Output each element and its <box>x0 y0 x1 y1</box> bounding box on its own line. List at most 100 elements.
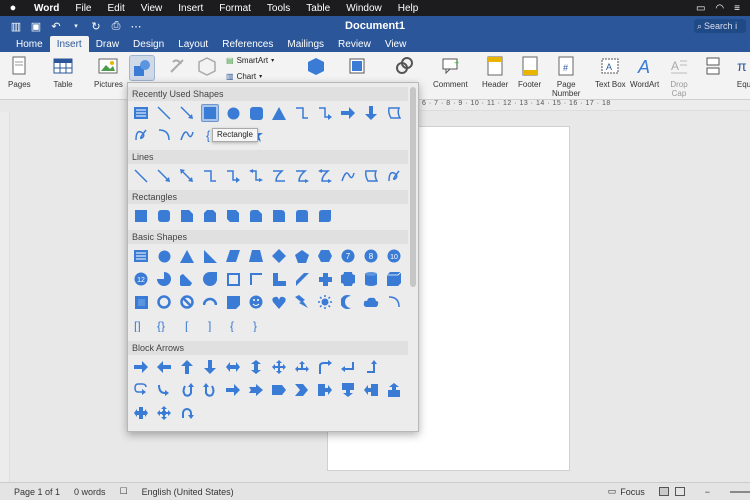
cloud-icon[interactable] <box>362 293 380 311</box>
chord-icon[interactable] <box>178 270 196 288</box>
teardrop-icon[interactable] <box>201 270 219 288</box>
oval-shape-icon[interactable] <box>224 104 242 122</box>
tab-mailings[interactable]: Mailings <box>280 36 331 52</box>
left-right-up-arrow-icon[interactable] <box>293 358 311 376</box>
no-symbol-icon[interactable] <box>178 293 196 311</box>
horizontal-ruler[interactable]: 6 · 7 · 8 · 9 · 10 · 11 · 12 · 13 · 14 ·… <box>420 100 750 111</box>
hexagon-icon[interactable] <box>316 247 334 265</box>
tab-layout[interactable]: Layout <box>171 36 215 52</box>
line-double-arrow-icon[interactable] <box>178 167 196 185</box>
double-bracket-icon[interactable]: [] <box>132 316 150 334</box>
menu-table[interactable]: Table <box>298 3 338 14</box>
triangle-shape-icon[interactable] <box>270 104 288 122</box>
rounded-rect-icon[interactable] <box>155 207 173 225</box>
diagonal-stripe-icon[interactable] <box>293 270 311 288</box>
tab-design[interactable]: Design <box>126 36 171 52</box>
block-right-arrow-icon[interactable] <box>132 358 150 376</box>
half-frame-icon[interactable] <box>247 270 265 288</box>
round-single-corner-rect-icon[interactable] <box>270 207 288 225</box>
table-button[interactable]: Table <box>52 55 74 89</box>
header-button[interactable]: Header <box>482 55 508 89</box>
snip-diagonal-rect-icon[interactable] <box>224 207 242 225</box>
sun-icon[interactable] <box>316 293 334 311</box>
round-same-side-rect-icon[interactable] <box>293 207 311 225</box>
pentagon-icon[interactable] <box>293 247 311 265</box>
page-count[interactable]: Page 1 of 1 <box>14 487 60 497</box>
drop-cap-button[interactable]: A Drop Cap <box>668 55 690 98</box>
rounded-rectangle-shape-icon[interactable] <box>247 104 265 122</box>
freeform-line-icon[interactable] <box>362 167 380 185</box>
parallelogram-icon[interactable] <box>224 247 242 265</box>
heart-icon[interactable] <box>270 293 288 311</box>
tab-review[interactable]: Review <box>331 36 378 52</box>
left-right-arrow-icon[interactable] <box>224 358 242 376</box>
zoom-out-icon[interactable]: − <box>705 487 710 497</box>
basic-oval-icon[interactable] <box>155 247 173 265</box>
menu-edit[interactable]: Edit <box>100 3 133 14</box>
shapes-button[interactable] <box>129 55 155 81</box>
quad-arrow-icon[interactable] <box>270 358 288 376</box>
proofing-icon[interactable]: ☐ <box>120 486 128 497</box>
right-arrow-shape-icon[interactable] <box>339 104 357 122</box>
chart-button[interactable]: ▥ Chart ▾ <box>226 72 262 81</box>
comment-button[interactable]: + Comment <box>433 55 468 89</box>
elbow-arrow-icon[interactable] <box>224 167 242 185</box>
heptagon-icon[interactable]: 7 <box>339 247 357 265</box>
text-box-button[interactable]: A Text Box <box>595 55 626 89</box>
control-center-icon[interactable]: ≡ <box>734 3 740 14</box>
apple-icon[interactable]: ● <box>0 2 26 14</box>
focus-button[interactable]: ▭ Focus <box>608 486 645 497</box>
curve-line-icon[interactable] <box>339 167 357 185</box>
curved-arrow-connector-icon[interactable] <box>293 167 311 185</box>
menu-view[interactable]: View <box>133 3 171 14</box>
cross-icon[interactable] <box>316 270 334 288</box>
round-diagonal-rect-icon[interactable] <box>316 207 334 225</box>
tab-view[interactable]: View <box>378 36 414 52</box>
search-input[interactable]: ⌕ Search i <box>694 19 746 33</box>
frame-icon[interactable] <box>224 270 242 288</box>
block-arc-icon[interactable] <box>201 293 219 311</box>
striped-right-arrow-icon[interactable] <box>224 381 242 399</box>
curved-right-arrow-icon[interactable] <box>155 381 173 399</box>
dodecagon-icon[interactable]: 12 <box>132 270 150 288</box>
arrow-line-shape-icon[interactable] <box>178 104 196 122</box>
scribble-line-icon[interactable] <box>385 167 403 185</box>
bent-up-arrow-icon[interactable] <box>132 381 150 399</box>
wordart-button[interactable]: A WordArt <box>630 55 659 89</box>
left-brace-icon[interactable]: { <box>224 316 242 334</box>
date-time-button[interactable] <box>702 55 724 77</box>
lightning-bolt-icon[interactable] <box>293 293 311 311</box>
u-turn-arrow-icon[interactable] <box>339 358 357 376</box>
icons-button[interactable] <box>166 55 188 77</box>
curved-up-arrow-icon[interactable] <box>201 381 219 399</box>
donut-icon[interactable] <box>155 293 173 311</box>
left-bracket-icon[interactable]: [ <box>178 316 196 334</box>
left-right-arrow-callout-icon[interactable] <box>132 404 150 422</box>
isosceles-triangle-icon[interactable] <box>178 247 196 265</box>
media-button[interactable] <box>347 55 369 77</box>
basic-arc-icon[interactable] <box>385 293 403 311</box>
up-arrow-callout-icon[interactable] <box>385 381 403 399</box>
right-arrow-callout-icon[interactable] <box>316 381 334 399</box>
l-shape-icon[interactable] <box>270 270 288 288</box>
text-box-shape-icon[interactable] <box>132 104 150 122</box>
plaque-icon[interactable] <box>339 270 357 288</box>
octagon-icon[interactable]: 8 <box>362 247 380 265</box>
line-arrow-icon[interactable] <box>155 167 173 185</box>
rectangle-shape-icon[interactable] <box>201 104 219 122</box>
block-up-arrow-icon[interactable] <box>178 358 196 376</box>
tab-home[interactable]: Home <box>9 36 50 52</box>
menu-format[interactable]: Format <box>211 3 259 14</box>
print-layout-icon[interactable] <box>658 487 669 496</box>
wifi-icon[interactable]: ◠ <box>715 3 724 14</box>
rect-icon[interactable] <box>132 207 150 225</box>
word-count[interactable]: 0 words <box>74 487 106 497</box>
double-brace-icon[interactable]: {} <box>155 316 173 334</box>
link-button[interactable] <box>393 55 415 77</box>
tab-draw[interactable]: Draw <box>89 36 126 52</box>
up-down-arrow-icon[interactable] <box>247 358 265 376</box>
elbow-double-arrow-icon[interactable] <box>247 167 265 185</box>
down-arrow-shape-icon[interactable] <box>362 104 380 122</box>
freeform-shape-icon[interactable] <box>385 104 403 122</box>
moon-icon[interactable] <box>339 293 357 311</box>
